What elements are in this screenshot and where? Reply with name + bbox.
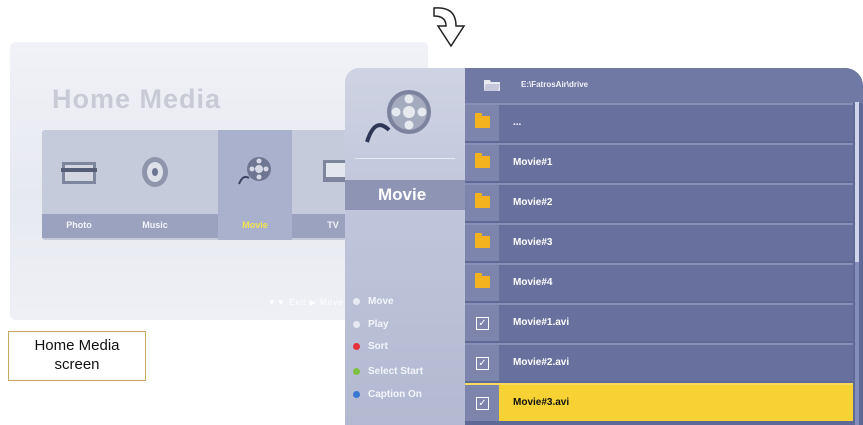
- list-item-folder[interactable]: Movie#1: [465, 143, 853, 181]
- list-item-label: Movie#3: [513, 237, 553, 248]
- list-item-label: ...: [513, 117, 522, 128]
- file-list: E:\FatrosAir\drive ... Movie#1 Movie#2 M…: [465, 68, 863, 425]
- speaker-icon: [142, 157, 168, 187]
- caption-line-2: screen: [54, 356, 100, 373]
- caption-box: Home Media screen: [8, 331, 146, 381]
- folder-open-icon: [484, 80, 500, 91]
- legend-label: Caption On: [368, 389, 422, 400]
- home-item-label: Music: [142, 220, 168, 230]
- caption-line-1: Home Media: [34, 337, 120, 354]
- legend-play: Play: [353, 319, 389, 330]
- home-item-photo[interactable]: Photo: [42, 130, 116, 240]
- list-item-label: Movie#2.avi: [513, 357, 570, 368]
- folder-icon: [475, 273, 490, 288]
- icon-cell: [465, 225, 499, 261]
- folder-icon: [475, 153, 490, 168]
- photo-icon: [61, 162, 97, 184]
- curved-arrow-icon: [433, 7, 466, 48]
- home-media-title: Home Media: [52, 84, 222, 114]
- home-item-music[interactable]: Music: [118, 130, 192, 240]
- current-path: E:\FatrosAir\drive: [521, 80, 589, 89]
- home-item-label: Photo: [66, 220, 92, 230]
- list-item-folder[interactable]: Movie#2: [465, 183, 853, 221]
- legend-select-start: Select Start: [353, 366, 423, 377]
- list-item-file[interactable]: ✓ Movie#2.avi: [465, 343, 853, 381]
- folder-icon: [475, 233, 490, 248]
- list-item-file[interactable]: ✓ Movie#1.avi: [465, 303, 853, 341]
- list-item-file-selected[interactable]: ✓ Movie#3.avi: [465, 383, 853, 421]
- list-item-folder[interactable]: Movie#4: [465, 263, 853, 301]
- movie-sidebar: Movie Move Play Sort Select Start Captio…: [345, 68, 465, 425]
- checkbox-icon[interactable]: ✓: [476, 357, 489, 370]
- divider: [355, 158, 455, 159]
- legend-sort: Sort: [353, 341, 388, 352]
- legend-label: Select Start: [368, 366, 424, 377]
- folder-up-icon: [475, 113, 490, 128]
- home-hint-text: ▼▼ Exit ▶ Move: [268, 298, 344, 307]
- section-label: Movie: [345, 180, 465, 210]
- film-reel-icon: [365, 90, 431, 143]
- list-item-folder[interactable]: Movie#3: [465, 223, 853, 261]
- list-item-label: Movie#4: [513, 277, 553, 288]
- legend-label: Play: [368, 319, 389, 330]
- play-icon: [353, 320, 360, 328]
- icon-cell: [465, 105, 499, 141]
- blue-button-icon: [353, 390, 360, 398]
- green-button-icon: [353, 367, 360, 375]
- icon-cell: [465, 145, 499, 181]
- list-item-label: Movie#2: [513, 197, 553, 208]
- list-item-label: Movie#1.avi: [513, 317, 570, 328]
- legend-caption-on: Caption On: [353, 389, 422, 400]
- icon-cell: ✓: [465, 305, 499, 341]
- movie-browser-panel: Movie Move Play Sort Select Start Captio…: [345, 68, 863, 425]
- home-item-label: Movie: [242, 220, 268, 230]
- icon-cell: ✓: [465, 385, 499, 421]
- legend-label: Sort: [368, 341, 388, 352]
- scrollbar-thumb[interactable]: [855, 102, 859, 262]
- list-item-parent[interactable]: ...: [465, 103, 853, 141]
- film-reel-icon: [238, 157, 271, 185]
- red-button-icon: [353, 342, 360, 350]
- list-item-label: Movie#1: [513, 157, 553, 168]
- icon-cell: ✓: [465, 345, 499, 381]
- move-icon: [353, 297, 360, 305]
- legend-move: Move: [353, 296, 394, 307]
- icon-cell: [465, 265, 499, 301]
- legend-label: Move: [368, 296, 394, 307]
- checkbox-icon[interactable]: ✓: [476, 317, 489, 330]
- checkbox-icon[interactable]: ✓: [476, 397, 489, 410]
- icon-cell: [465, 185, 499, 221]
- list-item-label: Movie#3.avi: [513, 397, 570, 408]
- home-item-movie[interactable]: Movie: [218, 130, 292, 240]
- path-bar: E:\FatrosAir\drive: [465, 68, 863, 103]
- folder-icon: [475, 193, 490, 208]
